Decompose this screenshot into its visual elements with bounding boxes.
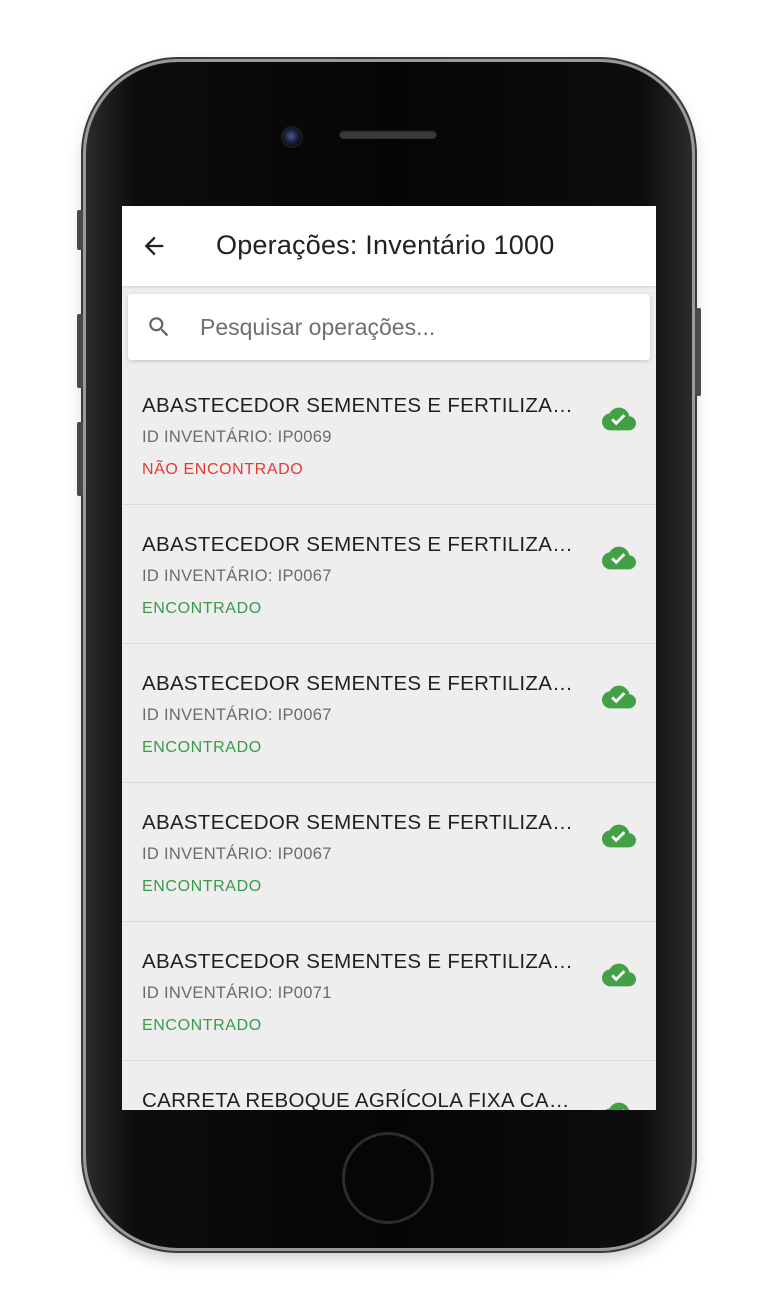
cloud-done-icon: [605, 1102, 630, 1110]
item-status: ENCONTRADO: [142, 739, 262, 756]
item-title: ABASTECEDOR SEMENTES E FERTILIZANTES...: [142, 394, 582, 417]
list-item[interactable]: ABASTECEDOR SEMENTES E FERTILIZANTES... …: [122, 644, 656, 783]
list-item[interactable]: ABASTECEDOR SEMENTES E FERTILIZANTES... …: [122, 505, 656, 644]
item-status: NÃO ENCONTRADO: [142, 461, 304, 478]
item-title: CARRETA REBOQUE AGRÍCOLA FIXA CARGA S...: [142, 1089, 582, 1110]
app-screen: Operações: Inventário 1000 ABASTECEDOR S…: [122, 206, 656, 1110]
search-bar[interactable]: [128, 294, 650, 360]
arrow-back-icon[interactable]: [140, 232, 168, 260]
cloud-done-icon: [602, 963, 636, 987]
item-status: ENCONTRADO: [142, 1017, 262, 1034]
power-button: [695, 308, 701, 396]
list-item[interactable]: ABASTECEDOR SEMENTES E FERTILIZANTES... …: [122, 783, 656, 922]
home-button[interactable]: [342, 1132, 434, 1224]
item-title: ABASTECEDOR SEMENTES E FERTILIZANTES...: [142, 533, 582, 556]
list-item[interactable]: ABASTECEDOR SEMENTES E FERTILIZANTES... …: [122, 922, 656, 1061]
cloud-done-icon: [602, 407, 636, 431]
item-status: ENCONTRADO: [142, 600, 262, 617]
search-icon: [149, 317, 169, 337]
volume-down-button: [77, 422, 83, 496]
list-item[interactable]: CARRETA REBOQUE AGRÍCOLA FIXA CARGA S...: [122, 1061, 656, 1110]
item-inventory-id: ID INVENTÁRIO: IP0069: [142, 428, 332, 446]
front-camera: [283, 128, 301, 146]
cloud-done-icon: [602, 685, 636, 709]
item-title: ABASTECEDOR SEMENTES E FERTILIZANTES...: [142, 672, 582, 695]
item-title: ABASTECEDOR SEMENTES E FERTILIZANTES...: [142, 950, 582, 973]
cloud-done-icon: [602, 824, 636, 848]
cloud-done-icon: [602, 546, 636, 570]
item-inventory-id: ID INVENTÁRIO: IP0071: [142, 984, 332, 1002]
volume-up-button: [77, 314, 83, 388]
app-bar: Operações: Inventário 1000: [122, 206, 656, 286]
item-inventory-id: ID INVENTÁRIO: IP0067: [142, 845, 332, 863]
earpiece-speaker: [339, 130, 437, 139]
item-title: ABASTECEDOR SEMENTES E FERTILIZANTES...: [142, 811, 582, 834]
item-status: ENCONTRADO: [142, 878, 262, 895]
list-item[interactable]: ABASTECEDOR SEMENTES E FERTILIZANTES... …: [122, 366, 656, 505]
mute-switch: [77, 210, 83, 250]
item-inventory-id: ID INVENTÁRIO: IP0067: [142, 706, 332, 724]
operations-list: ABASTECEDOR SEMENTES E FERTILIZANTES... …: [122, 366, 656, 1110]
page-title: Operações: Inventário 1000: [216, 230, 555, 260]
item-inventory-id: ID INVENTÁRIO: IP0067: [142, 567, 332, 585]
search-input[interactable]: [200, 306, 630, 348]
